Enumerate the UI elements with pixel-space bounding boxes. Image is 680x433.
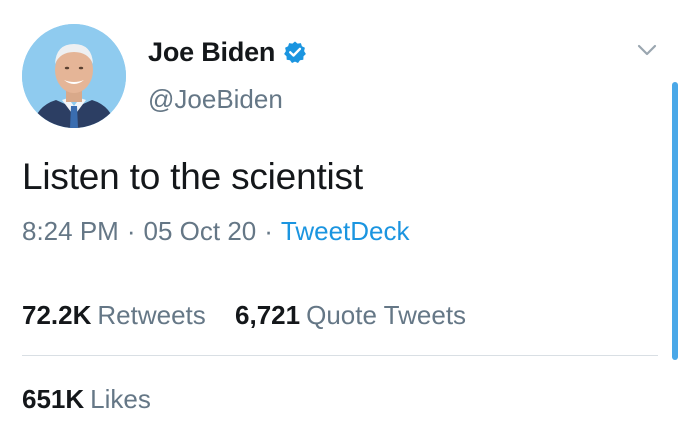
likes-stat[interactable]: 651K Likes xyxy=(22,384,151,415)
divider xyxy=(22,355,658,356)
avatar[interactable] xyxy=(22,24,126,128)
tweet-date[interactable]: 05 Oct 20 xyxy=(144,216,257,246)
quote-tweets-stat[interactable]: 6,721 Quote Tweets xyxy=(235,300,466,331)
likes-row: 651K Likes xyxy=(22,384,151,415)
chevron-down-icon[interactable] xyxy=(634,40,660,60)
likes-count: 651K xyxy=(22,384,85,414)
likes-label: Likes xyxy=(90,384,151,414)
meta-separator: · xyxy=(126,216,136,246)
retweets-stat[interactable]: 72.2K Retweets xyxy=(22,300,206,331)
retweets-count: 72.2K xyxy=(22,300,92,330)
tweet-time[interactable]: 8:24 PM xyxy=(22,216,119,246)
meta-separator: · xyxy=(264,216,273,246)
engagement-stats: 72.2K Retweets 6,721 Quote Tweets xyxy=(22,300,466,331)
tweet-meta: 8:24 PM · 05 Oct 20 · TweetDeck xyxy=(22,216,410,247)
retweets-label: Retweets xyxy=(97,300,206,330)
tweet-text: Listen to the scientist xyxy=(22,156,363,197)
author-display-name[interactable]: Joe Biden xyxy=(148,37,275,68)
tweet-card: Joe Biden @JoeBiden Listen to the scient… xyxy=(0,0,680,433)
quote-tweets-count: 6,721 xyxy=(235,300,301,330)
author-handle[interactable]: @JoeBiden xyxy=(148,84,283,115)
tweet-source-link[interactable]: TweetDeck xyxy=(281,216,410,246)
scroll-indicator xyxy=(672,82,678,360)
verified-badge-icon xyxy=(283,40,307,64)
author-name-row: Joe Biden xyxy=(148,34,307,70)
quote-tweets-label: Quote Tweets xyxy=(306,300,467,330)
